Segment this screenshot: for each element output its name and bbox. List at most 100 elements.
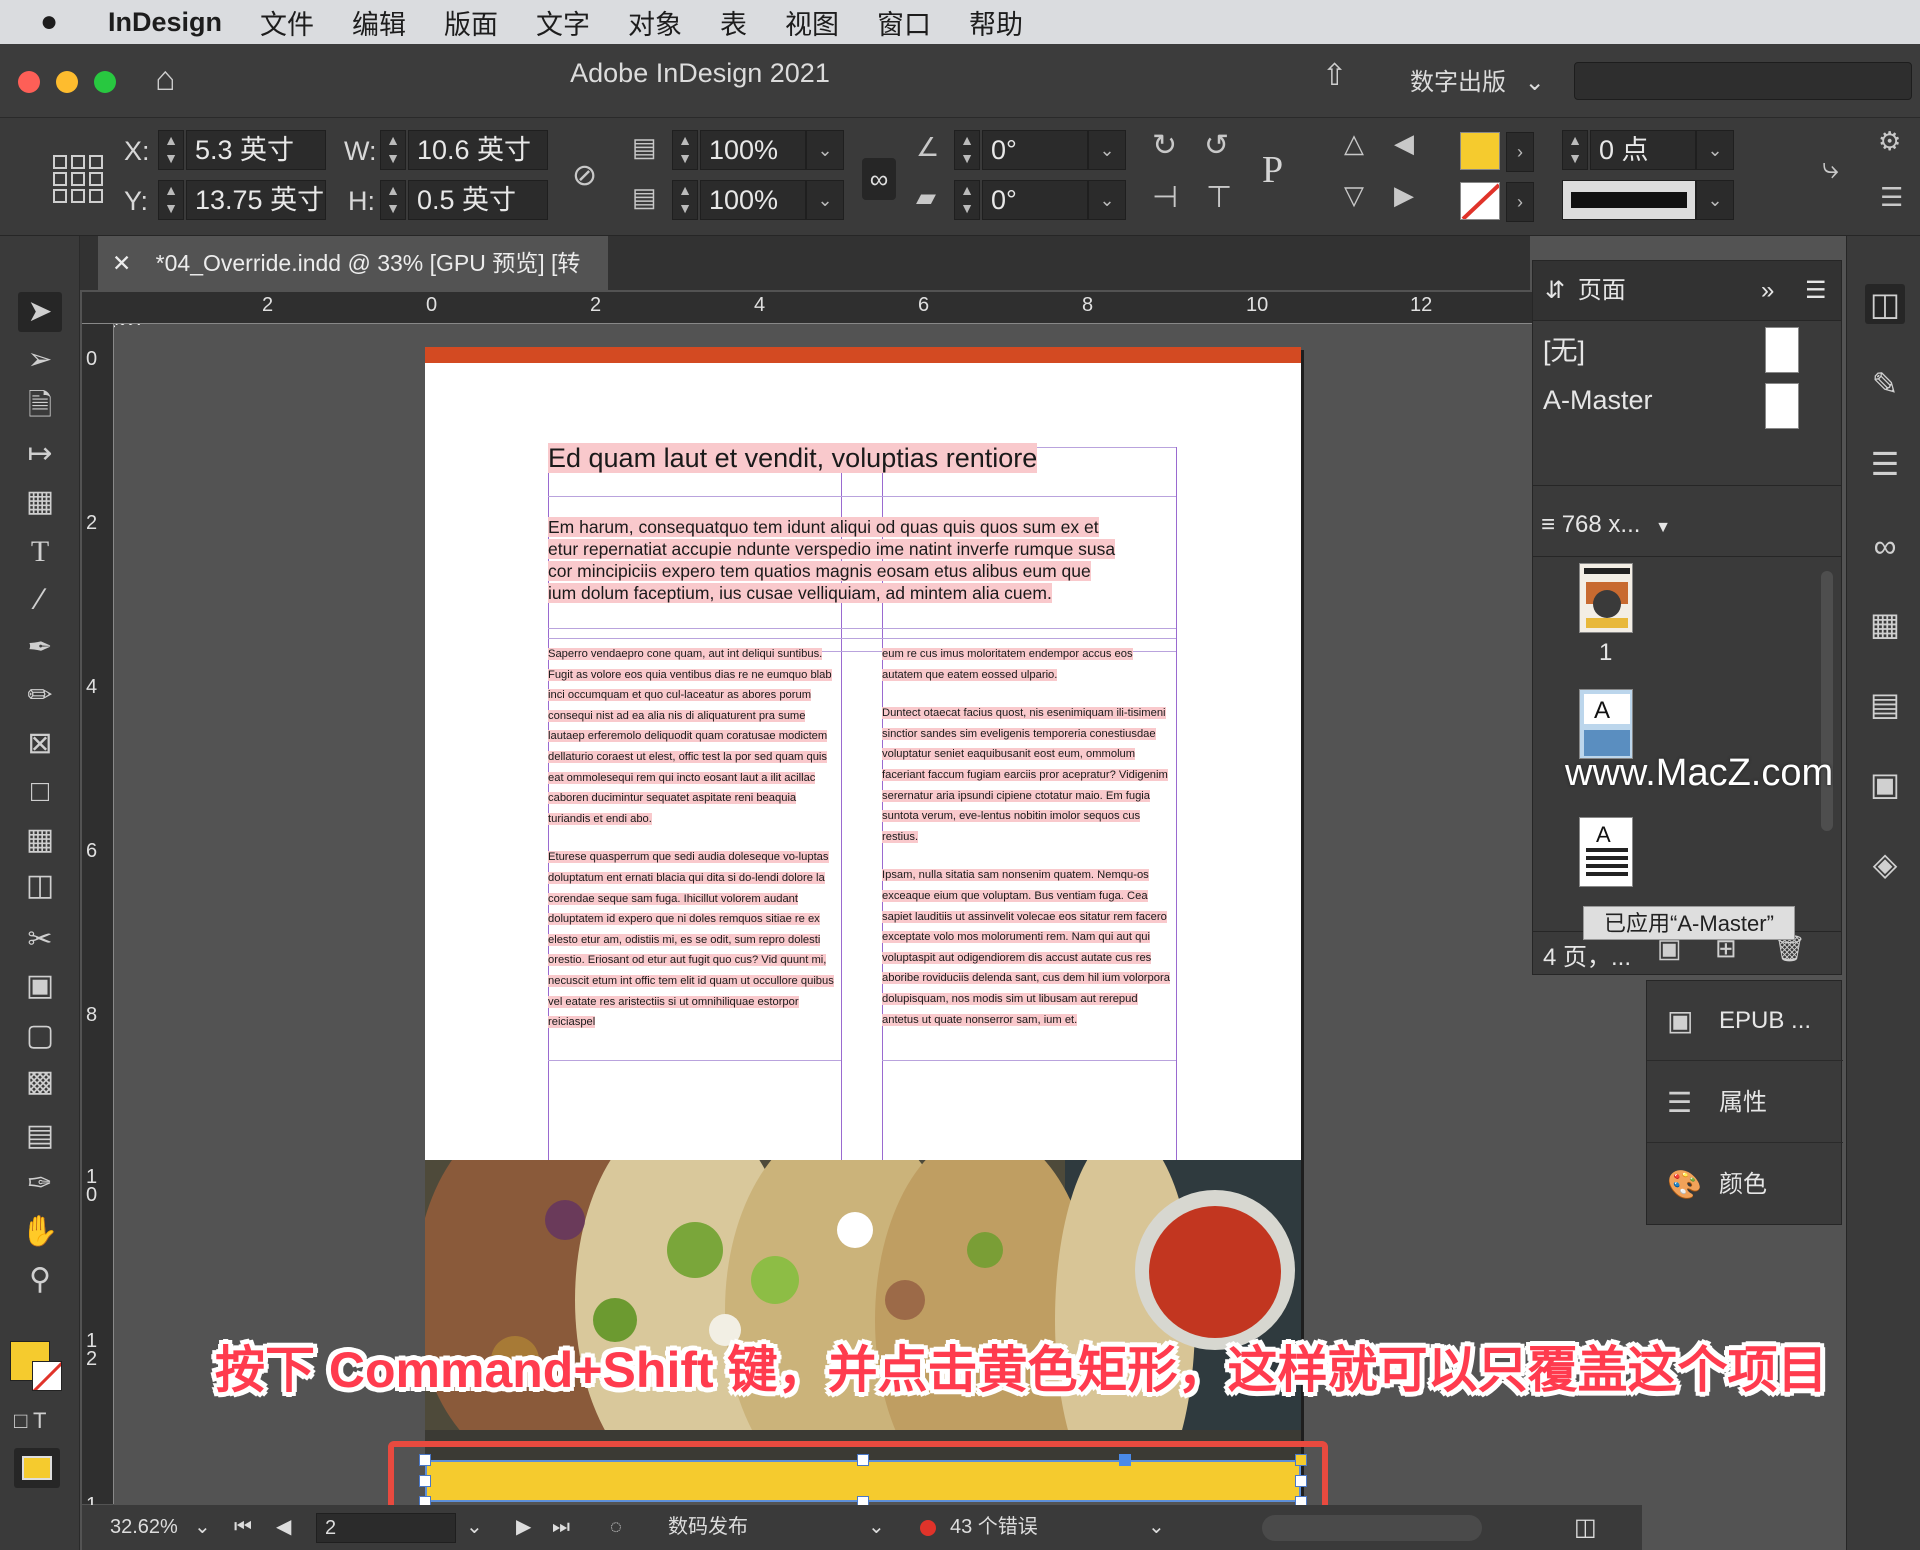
page-dropdown-icon[interactable]: ⌄: [466, 1505, 483, 1550]
apple-menu-icon[interactable]: ●: [40, 5, 80, 39]
rotate-counterclockwise-icon[interactable]: ↺: [1204, 128, 1229, 163]
links-dock-icon[interactable]: ∞: [1865, 526, 1905, 566]
select-content-icon[interactable]: ▽: [1344, 180, 1364, 211]
menu-app-name[interactable]: InDesign: [108, 7, 222, 38]
stroke-weight-stepper[interactable]: ▲ ▼: [1562, 130, 1588, 170]
scale-y-field[interactable]: 100%: [700, 180, 806, 220]
page-number-field[interactable]: 2: [316, 1513, 456, 1543]
flip-vertical-icon[interactable]: ⊤: [1206, 180, 1232, 215]
close-tab-icon[interactable]: ✕: [112, 250, 131, 276]
select-container-icon[interactable]: △: [1344, 128, 1364, 159]
shear-dropdown[interactable]: ⌄: [1088, 180, 1126, 220]
search-field[interactable]: [1574, 62, 1912, 100]
pages-panel-title[interactable]: 页面: [1578, 277, 1626, 304]
panel-menu-icon[interactable]: ☰: [1805, 261, 1827, 321]
select-next-icon[interactable]: ▶: [1394, 180, 1414, 211]
scale-x-stepper[interactable]: ▲ ▼: [672, 130, 698, 170]
pen-tool-icon[interactable]: ✒: [18, 628, 62, 668]
rotate-field[interactable]: 0°: [982, 130, 1088, 170]
gear-icon[interactable]: ⚙: [1878, 126, 1901, 157]
panel-collapse-icon[interactable]: ⇵: [1545, 277, 1565, 304]
zoom-level[interactable]: 32.62%: [110, 1505, 178, 1550]
h-field[interactable]: 0.5 英寸: [408, 180, 548, 220]
zoom-dropdown-icon[interactable]: ⌄: [194, 1505, 211, 1550]
stroke-color-swatch[interactable]: [32, 1361, 62, 1391]
h-stepper[interactable]: ▲ ▼: [380, 180, 406, 220]
page-2-thumbnail[interactable]: A: [1579, 689, 1633, 759]
document-tab[interactable]: ✕ *04_Override.indd @ 33% [GPU 预览] [转换]: [98, 236, 608, 330]
note-tool-icon[interactable]: ▤: [18, 1116, 62, 1156]
epub-panel-button[interactable]: ▣ EPUB ...: [1647, 981, 1843, 1061]
body-column-right[interactable]: eum re cus imus moloritatem endempor acc…: [882, 644, 1172, 1030]
scale-y-dropdown[interactable]: ⌄: [806, 180, 844, 220]
x-field[interactable]: 5.3 英寸: [186, 130, 326, 170]
export-dock-icon[interactable]: ▣: [1865, 764, 1905, 804]
w-stepper[interactable]: ▲ ▼: [380, 130, 406, 170]
swatches-dock-icon[interactable]: ▦: [1865, 604, 1905, 644]
fill-swatch[interactable]: [1460, 132, 1500, 170]
color-panel-button[interactable]: 🎨 颜色: [1647, 1145, 1843, 1225]
page-1-thumbnail[interactable]: [1579, 563, 1633, 633]
master-none[interactable]: [无]: [1543, 329, 1585, 368]
body-column-left[interactable]: Saperro vendaepro cone quam, aut int del…: [548, 644, 838, 1033]
pencil-tool-icon[interactable]: ✏: [18, 676, 62, 716]
scissors-tool-icon[interactable]: ✂: [18, 920, 62, 960]
stroke-swatch-none[interactable]: [1460, 182, 1500, 220]
scale-y-stepper[interactable]: ▲ ▼: [672, 180, 698, 220]
select-previous-icon[interactable]: ◀: [1394, 128, 1414, 159]
preflight-profile[interactable]: 数码发布: [668, 1505, 748, 1550]
rotate-clockwise-icon[interactable]: ↻: [1152, 128, 1177, 163]
w-field[interactable]: 10.6 英寸: [408, 130, 548, 170]
rectangle-frame-tool-icon[interactable]: ⊠: [18, 724, 62, 764]
master-none-thumbnail[interactable]: [1765, 327, 1799, 373]
menu-help[interactable]: 帮助: [969, 3, 1023, 42]
line-tool-icon[interactable]: ∕: [18, 580, 62, 620]
first-page-icon[interactable]: ⏮: [234, 1505, 252, 1550]
master-a-thumbnail[interactable]: [1765, 383, 1799, 429]
page-size-selector[interactable]: ≡ 768 x... ▼: [1541, 511, 1671, 539]
formatting-container-icon[interactable]: □ T: [14, 1408, 46, 1434]
layers-dock-icon[interactable]: ◈: [1865, 844, 1905, 884]
preflight-errors[interactable]: 43 个错误: [950, 1505, 1038, 1550]
menu-window[interactable]: 窗口: [877, 3, 931, 42]
menu-file[interactable]: 文件: [260, 3, 314, 42]
vertical-ruler[interactable]: 0 2 4 6 8 1 0 1 2 1: [82, 324, 114, 1516]
rotate-stepper[interactable]: ▲ ▼: [954, 130, 980, 170]
quick-actions-icon[interactable]: ⤷: [1822, 152, 1839, 186]
eyedropper-tool-icon[interactable]: ✑: [18, 1164, 62, 1204]
horizontal-ruler[interactable]: 2 0 2 4 6 8 10 12: [82, 292, 1532, 324]
next-page-icon[interactable]: ▶: [516, 1505, 531, 1550]
stroke-type-dropdown[interactable]: ⌄: [1696, 180, 1734, 220]
horizontal-scrollbar[interactable]: [1262, 1515, 1482, 1541]
menu-view[interactable]: 视图: [785, 3, 839, 42]
y-stepper[interactable]: ▲ ▼: [158, 180, 184, 220]
gap-tool-icon[interactable]: ↦: [18, 434, 62, 474]
free-transform-tool-icon[interactable]: ▣: [18, 966, 62, 1006]
last-page-icon[interactable]: ⏭: [552, 1505, 570, 1550]
rotate-dropdown[interactable]: ⌄: [1088, 130, 1126, 170]
hand-tool-icon[interactable]: ✋: [18, 1212, 62, 1252]
share-icon[interactable]: ⇧: [1322, 58, 1347, 93]
pages-dock-icon[interactable]: ◫: [1865, 284, 1905, 324]
open-document-icon[interactable]: ◌: [610, 1505, 622, 1550]
page-3-thumbnail[interactable]: A: [1579, 817, 1633, 887]
stroke-menu-button[interactable]: ›: [1506, 182, 1534, 222]
constrain-proportions-icon[interactable]: ⊘: [572, 158, 597, 193]
menu-edit[interactable]: 编辑: [352, 3, 406, 42]
scale-x-dropdown[interactable]: ⌄: [806, 130, 844, 170]
intro-paragraph[interactable]: Em harum, consequatquo tem idunt aliqui …: [548, 516, 1120, 604]
articles-dock-icon[interactable]: ▤: [1865, 684, 1905, 724]
panel-expand-icon[interactable]: »: [1761, 261, 1774, 321]
selection-tool-icon[interactable]: ➤: [18, 292, 62, 332]
content-collector-icon[interactable]: ▦: [18, 482, 62, 522]
grid-tool-icon[interactable]: ◫: [18, 866, 62, 906]
master-a[interactable]: A-Master: [1543, 385, 1653, 416]
zoom-tool-icon[interactable]: ⚲: [18, 1260, 62, 1300]
split-view-icon[interactable]: ◫: [1574, 1505, 1597, 1550]
flip-horizontal-icon[interactable]: ⊣: [1152, 180, 1178, 215]
link-scale-icon[interactable]: ∞: [862, 158, 896, 200]
stroke-weight-dropdown[interactable]: ⌄: [1696, 130, 1734, 170]
y-field[interactable]: 13.75 英寸: [186, 180, 326, 220]
menu-type[interactable]: 文字: [536, 3, 590, 42]
scale-x-field[interactable]: 100%: [700, 130, 806, 170]
